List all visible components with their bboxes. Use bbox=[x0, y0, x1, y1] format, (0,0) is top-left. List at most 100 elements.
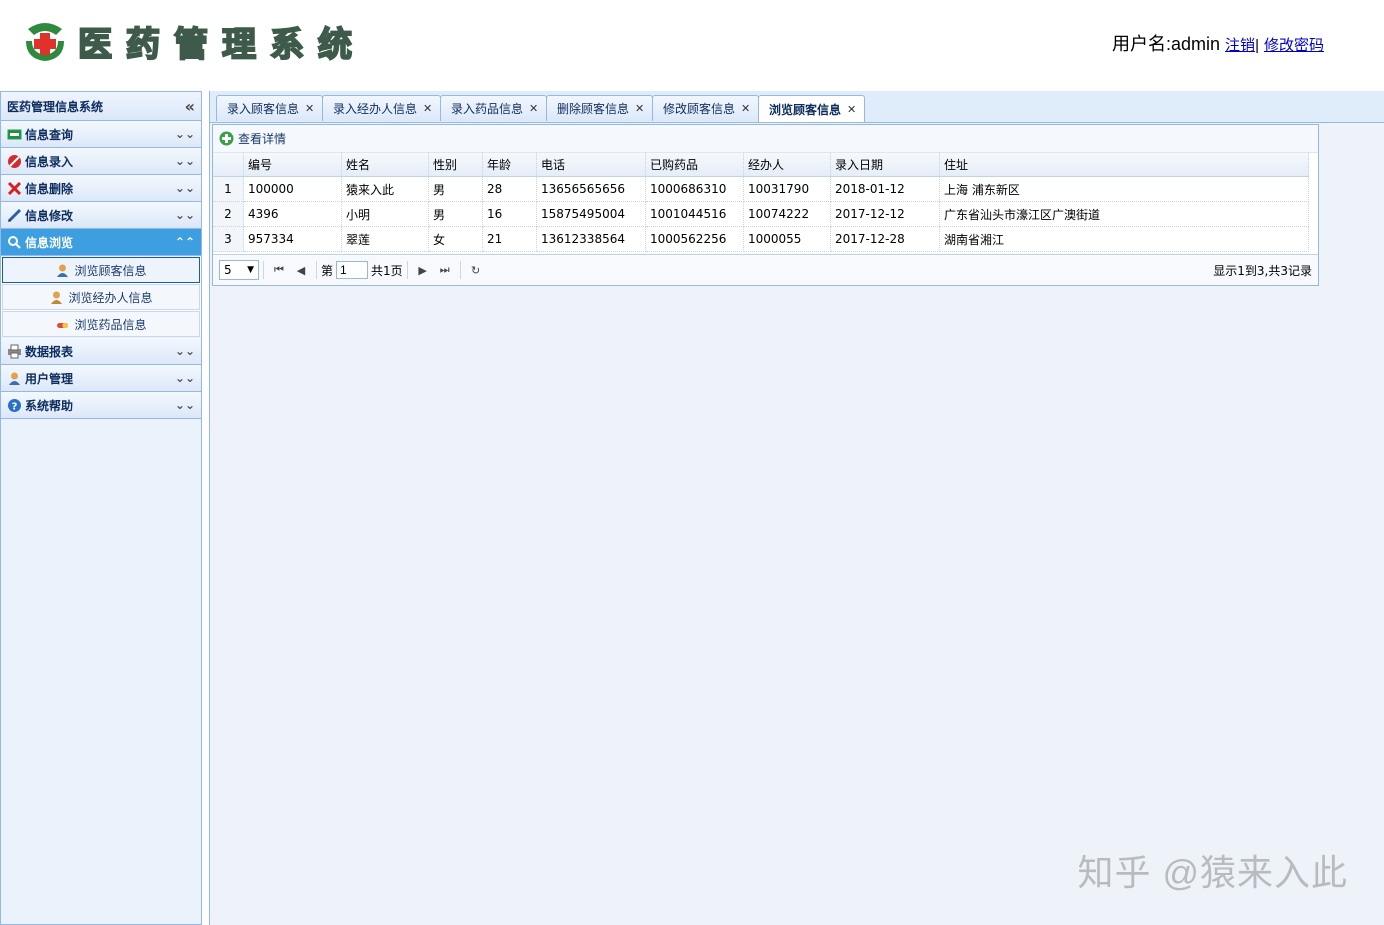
table-row[interactable]: 2 4396 小明 男 16 15875495004 1001044516 10… bbox=[213, 201, 1309, 227]
view-details-button[interactable]: 查看详情 bbox=[219, 130, 286, 147]
menu-info-entry[interactable]: 信息录入 ⌄⌄ bbox=[1, 148, 201, 175]
tab-entry-staff[interactable]: 录入经办人信息 ✕ bbox=[322, 95, 442, 121]
column-header[interactable]: 住址 bbox=[939, 153, 1309, 177]
cell-medicine: 1001044516 bbox=[645, 201, 744, 227]
close-icon[interactable]: ✕ bbox=[529, 102, 538, 115]
menu-info-browse[interactable]: 信息浏览 ⌃⌃ bbox=[1, 229, 201, 256]
menu-info-delete[interactable]: 信息删除 ⌄⌄ bbox=[1, 175, 201, 202]
page-number-input[interactable] bbox=[336, 261, 369, 279]
chevron-down-icon: ⌄⌄ bbox=[174, 344, 195, 358]
menu-label: 信息删除 bbox=[25, 181, 74, 196]
chevron-down-icon: ⌄⌄ bbox=[174, 127, 195, 141]
menu-label: 信息查询 bbox=[25, 127, 74, 142]
column-header[interactable]: 编号 bbox=[243, 153, 342, 177]
first-page-icon[interactable]: ⏮ bbox=[268, 259, 290, 281]
cell-date: 2018-01-12 bbox=[830, 176, 940, 202]
cell-id: 100000 bbox=[243, 176, 342, 202]
table-row[interactable]: 3 957334 翠莲 女 21 13612338564 1000562256 … bbox=[213, 226, 1309, 252]
no-entry-icon bbox=[7, 154, 22, 169]
medicine-icon bbox=[55, 317, 70, 332]
help-icon: ? bbox=[7, 398, 22, 413]
divider bbox=[406, 261, 408, 279]
cell-age: 28 bbox=[482, 176, 537, 202]
watermark: 知乎 @猿来入此 bbox=[1077, 852, 1348, 893]
username-label: 用户名:admin bbox=[1112, 34, 1221, 54]
page-size-select[interactable]: 5 ▼ bbox=[219, 260, 259, 280]
divider bbox=[316, 261, 317, 279]
cell-staff: 10074222 bbox=[743, 201, 831, 227]
user-icon bbox=[7, 371, 22, 386]
logout-link[interactable]: 注销 bbox=[1225, 37, 1255, 54]
cell-date: 2017-12-28 bbox=[830, 226, 940, 252]
column-header[interactable]: 经办人 bbox=[743, 153, 831, 177]
cell-name: 小明 bbox=[341, 201, 429, 227]
tab-edit-customer[interactable]: 修改顾客信息 ✕ bbox=[652, 95, 760, 121]
tab-label: 浏览顾客信息 bbox=[769, 102, 842, 117]
customer-grid-panel: 查看详情 编号 姓名 性别 年龄 电话 已购药品 经办人 录入日期 住址 1 1… bbox=[212, 124, 1319, 286]
column-header[interactable]: 电话 bbox=[536, 153, 646, 177]
cell-gender: 男 bbox=[428, 201, 483, 227]
cell-address: 广东省汕头市濠江区广澳街道 bbox=[939, 201, 1309, 227]
submenu-label: 浏览顾客信息 bbox=[74, 263, 147, 278]
tab-entry-medicine[interactable]: 录入药品信息 ✕ bbox=[440, 95, 548, 121]
close-icon[interactable]: ✕ bbox=[423, 102, 432, 115]
table-row[interactable]: 1 100000 猿来入此 男 28 13656565656 100068631… bbox=[213, 176, 1309, 202]
submenu-browse-customers[interactable]: 浏览顾客信息 bbox=[2, 257, 200, 283]
column-header[interactable]: 年龄 bbox=[482, 153, 537, 177]
row-number: 1 bbox=[213, 176, 244, 202]
cell-name: 翠莲 bbox=[341, 226, 429, 252]
tab-label: 录入顾客信息 bbox=[227, 102, 300, 116]
grid-toolbar: 查看详情 bbox=[213, 125, 1318, 153]
tab-label: 录入药品信息 bbox=[451, 102, 524, 116]
tab-delete-customer[interactable]: 删除顾客信息 ✕ bbox=[546, 95, 654, 121]
app-header: 医药管理系统 用户名:admin 注销| 修改密码 bbox=[0, 0, 1384, 90]
staff-icon bbox=[49, 290, 64, 305]
cell-phone: 15875495004 bbox=[536, 201, 646, 227]
close-icon[interactable]: ✕ bbox=[741, 102, 750, 115]
prev-page-icon[interactable]: ◀ bbox=[290, 259, 312, 281]
cell-phone: 13612338564 bbox=[536, 226, 646, 252]
cell-staff: 10031790 bbox=[743, 176, 831, 202]
app-title: 医药管理系统 bbox=[77, 24, 366, 66]
menu-data-report[interactable]: 数据报表 ⌄⌄ bbox=[1, 338, 201, 365]
tab-entry-customer[interactable]: 录入顾客信息 ✕ bbox=[216, 95, 324, 121]
list-icon bbox=[7, 127, 22, 142]
menu-label: 信息浏览 bbox=[25, 235, 74, 250]
column-header[interactable]: 录入日期 bbox=[830, 153, 940, 177]
change-password-link[interactable]: 修改密码 bbox=[1264, 37, 1324, 54]
sidebar-title: 医药管理信息系统 bbox=[7, 99, 104, 114]
app-logo: 医药管理系统 bbox=[22, 18, 366, 66]
close-icon[interactable]: ✕ bbox=[305, 102, 314, 115]
refresh-icon[interactable]: ↻ bbox=[465, 259, 487, 281]
submenu-browse-medicine[interactable]: 浏览药品信息 bbox=[2, 311, 200, 337]
menu-info-edit[interactable]: 信息修改 ⌄⌄ bbox=[1, 202, 201, 229]
menu-system-help[interactable]: ? 系统帮助 ⌄⌄ bbox=[1, 392, 201, 419]
page-prefix: 第 bbox=[321, 263, 334, 278]
dropdown-arrow-icon: ▼ bbox=[247, 265, 254, 275]
menu-label: 数据报表 bbox=[25, 344, 74, 359]
add-icon bbox=[219, 131, 234, 146]
cell-phone: 13656565656 bbox=[536, 176, 646, 202]
menu-label: 系统帮助 bbox=[25, 398, 74, 413]
submenu-browse-staff[interactable]: 浏览经办人信息 bbox=[2, 284, 200, 310]
printer-icon bbox=[7, 344, 22, 359]
column-header[interactable]: 姓名 bbox=[341, 153, 429, 177]
close-icon[interactable]: ✕ bbox=[635, 102, 644, 115]
close-icon[interactable]: ✕ bbox=[847, 103, 856, 116]
browse-submenu: 浏览顾客信息 浏览经办人信息 浏览药品信息 bbox=[1, 257, 201, 337]
collapse-icon[interactable]: « bbox=[185, 97, 195, 116]
next-page-icon[interactable]: ▶ bbox=[412, 259, 434, 281]
column-header[interactable]: 性别 bbox=[428, 153, 483, 177]
customer-table: 编号 姓名 性别 年龄 电话 已购药品 经办人 录入日期 住址 1 100000 bbox=[213, 153, 1318, 252]
menu-user-management[interactable]: 用户管理 ⌄⌄ bbox=[1, 365, 201, 392]
menu-info-query[interactable]: 信息查询 ⌄⌄ bbox=[1, 121, 201, 148]
table-header-row: 编号 姓名 性别 年龄 电话 已购药品 经办人 录入日期 住址 bbox=[213, 153, 1309, 177]
submenu-label: 浏览经办人信息 bbox=[68, 290, 153, 305]
last-page-icon[interactable]: ⏭ bbox=[434, 259, 456, 281]
tab-browse-customer[interactable]: 浏览顾客信息 ✕ bbox=[758, 95, 866, 122]
sidebar: 医药管理信息系统 « 信息查询 ⌄⌄ 信息录入 ⌄⌄ 信息删除 ⌄⌄ 信息修改 … bbox=[0, 91, 202, 925]
page-size-value: 5 bbox=[224, 263, 232, 277]
link-separator: | bbox=[1255, 37, 1259, 54]
column-header[interactable]: 已购药品 bbox=[645, 153, 744, 177]
cell-staff: 1000055 bbox=[743, 226, 831, 252]
